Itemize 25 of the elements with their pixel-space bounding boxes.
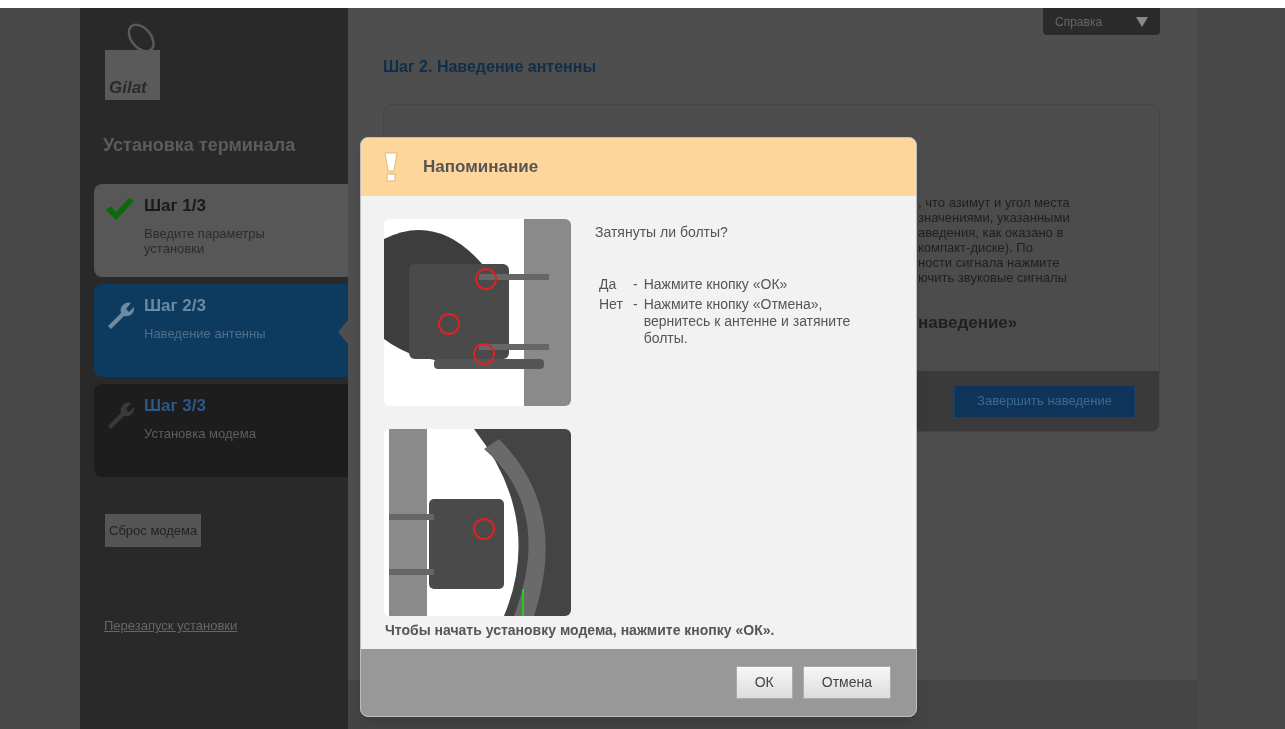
dialog-button[interactable]: ОК — [735, 666, 793, 699]
question-text: Затянуты ли болты? — [595, 223, 729, 242]
answer-dash: - — [633, 296, 638, 314]
answer-text: Нажмите кнопку «ОК» — [643, 276, 789, 293]
page-heading: Шаг 2. Наведение антенны — [383, 57, 598, 77]
step-title: Шаг 2/3 — [144, 296, 207, 316]
finish-pointing-button[interactable]: Завершить наведение — [954, 384, 1135, 418]
caret-icon — [1136, 16, 1148, 27]
answer-label: Да — [599, 276, 618, 293]
footer-note: Чтобы начать установку модема, нажмите кнопку «ОК». — [384, 621, 776, 640]
restart-link[interactable]: Перезапуск установки — [104, 618, 238, 633]
step-title: Шаг 1/3 — [144, 196, 207, 216]
answer-text: Нажмите кнопку «Отмена», вернитесь к антенне и затяните болты. — [643, 296, 852, 347]
step-subtitle: Установка модема — [144, 426, 257, 441]
step-subtitle: Наведение антенны — [144, 326, 267, 341]
dialog-title: Напоминание — [423, 156, 539, 179]
exclamation-icon — [383, 152, 399, 182]
step-title: Шаг 3/3 — [144, 396, 207, 416]
help-menu[interactable]: Справка — [1043, 8, 1160, 35]
answer-dash: - — [633, 276, 638, 293]
step-item[interactable]: Шаг 2/3 Наведение антенны — [94, 284, 348, 377]
check-icon — [104, 198, 136, 222]
answer-label: Нет — [599, 296, 624, 314]
step-item[interactable]: Шаг 3/3 Установка модема — [94, 384, 348, 477]
dialog-button[interactable]: Отмена — [802, 666, 891, 699]
